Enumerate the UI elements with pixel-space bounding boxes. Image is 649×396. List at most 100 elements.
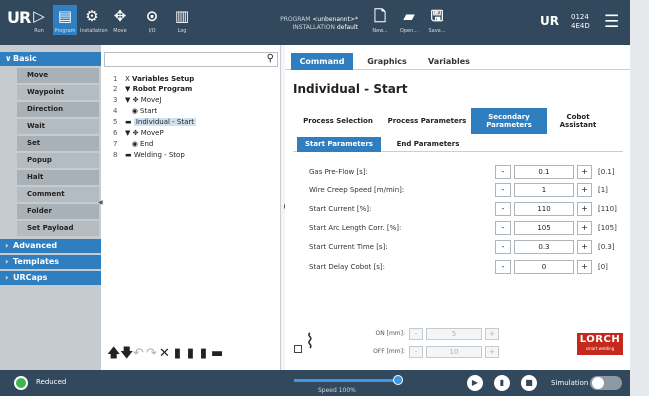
tree-search-input[interactable]: ⚲	[104, 52, 278, 67]
paste-icon[interactable]: ▮	[185, 346, 198, 361]
torch-enable-checkbox[interactable]	[294, 345, 302, 353]
move-tab[interactable]: ✥ Move	[108, 5, 132, 35]
search-icon[interactable]: ⚲	[267, 52, 274, 65]
io-icon: ⊙	[145, 7, 159, 25]
tree-row[interactable]: 2 ▼ Robot Program	[113, 84, 192, 94]
installation-tab[interactable]: ⚙ Installation	[80, 5, 108, 35]
play-icon[interactable]: ▶	[467, 375, 483, 391]
move-down-icon[interactable]: 🡇	[120, 344, 133, 366]
node-comment[interactable]: Comment	[17, 187, 99, 202]
undo-icon[interactable]: ↶	[133, 346, 146, 361]
tree-row[interactable]: 1X Variables Setup	[113, 74, 194, 84]
bottom-bar: Reduced Speed 100% ▶ ▮ ■ Simulation	[0, 370, 630, 396]
category-advanced[interactable]: › Advanced	[0, 239, 101, 253]
node-set-payload[interactable]: Set Payload	[17, 221, 99, 236]
param-value-field[interactable]: 0.3	[514, 240, 574, 254]
node-title: Individual - Start	[293, 82, 408, 96]
decrease-button[interactable]: -	[409, 328, 423, 340]
run-icon: ▷	[33, 7, 45, 25]
decrease-button[interactable]: -	[495, 221, 511, 235]
tree-row[interactable]: 8 ▬ Welding - Stop	[113, 150, 185, 160]
open-button[interactable]: ▰ Open...	[397, 5, 421, 35]
redo-icon[interactable]: ↷	[146, 346, 159, 361]
decrease-button[interactable]: -	[495, 202, 511, 216]
program-tree-panel: ⚲ 1X Variables Setup 2 ▼ Robot Program 3 ▼…	[98, 45, 289, 370]
tree-row[interactable]: 7 ◉ End	[113, 139, 153, 149]
suppress-icon[interactable]: ▬	[211, 346, 224, 361]
category-basic[interactable]: ∨ Basic	[0, 52, 101, 66]
param-value-field[interactable]: 110	[514, 202, 574, 216]
param-value-field[interactable]: 105	[514, 221, 574, 235]
tree-row-selected[interactable]: 5 ▬ Individual - Start	[113, 117, 197, 127]
increase-button[interactable]: +	[577, 165, 592, 179]
increase-button[interactable]: +	[577, 260, 592, 274]
tab-process-selection[interactable]: Process Selection	[293, 108, 383, 134]
tab-end-parameters[interactable]: End Parameters	[387, 137, 469, 152]
speed-slider-handle[interactable]	[393, 375, 403, 385]
save-button[interactable]: 🖫 Save...	[425, 5, 449, 35]
node-waypoint[interactable]: Waypoint	[17, 85, 99, 100]
collapse-sidebar-handle[interactable]: ◀	[98, 199, 103, 206]
decrease-button[interactable]: -	[495, 183, 511, 197]
tab-variables[interactable]: Variables	[419, 53, 479, 70]
new-button[interactable]: 🗋 New...	[368, 5, 392, 35]
param-row: Start Current [%]: - 110 + [110]	[309, 202, 629, 216]
node-popup[interactable]: Popup	[17, 153, 99, 168]
log-tab[interactable]: ▥ Log	[170, 5, 194, 35]
increase-button[interactable]: +	[485, 346, 499, 358]
param-value-field[interactable]: 0.1	[514, 165, 574, 179]
decrease-button[interactable]: -	[409, 346, 423, 358]
increase-button[interactable]: +	[577, 202, 592, 216]
param-value-field[interactable]: 1	[514, 183, 574, 197]
category-urcaps[interactable]: › URCaps	[0, 271, 101, 285]
node-set[interactable]: Set	[17, 136, 99, 151]
param-value-field[interactable]: 0	[514, 260, 574, 274]
tree-row[interactable]: 3 ▼ ✥ MoveJ	[113, 95, 162, 105]
tab-process-parameters[interactable]: Process Parameters	[385, 108, 469, 134]
node-folder[interactable]: Folder	[17, 204, 99, 219]
node-move[interactable]: Move	[17, 68, 99, 83]
node-wait[interactable]: Wait	[17, 119, 99, 134]
robot-status-icon[interactable]: UR	[540, 14, 559, 28]
robot-status-label: Reduced	[36, 378, 67, 386]
tab-cobot-assistant[interactable]: Cobot Assistant	[549, 108, 607, 134]
delete-icon[interactable]: ▮	[198, 346, 211, 361]
cut-icon[interactable]: ✕	[159, 346, 172, 361]
torch-off-field[interactable]: 10	[426, 346, 482, 358]
tab-secondary-parameters[interactable]: Secondary Parameters	[471, 108, 547, 134]
tree-row[interactable]: 4 ◉ Start	[113, 106, 157, 116]
stop-icon[interactable]: ■	[521, 375, 537, 391]
decrease-button[interactable]: -	[495, 240, 511, 254]
tab-start-parameters[interactable]: Start Parameters	[297, 137, 381, 152]
top-bar: UR ▷ Run ▤ Program ⚙ Installation ✥ Move…	[0, 0, 630, 45]
run-tab[interactable]: ▷ Run	[27, 5, 51, 35]
log-icon: ▥	[174, 7, 190, 25]
tab-command[interactable]: Command	[291, 53, 353, 70]
tree-toolbar: 🡅🡇↶↷✕ ▮ ▮ ▮ ▬	[107, 344, 224, 366]
speed-label: Speed 100%	[318, 387, 356, 394]
robot-status-icon[interactable]	[14, 376, 28, 390]
folder-icon: ▰	[403, 7, 415, 25]
param-row: Wire Creep Speed [m/min]: - 1 + [1]	[309, 183, 629, 197]
move-up-icon[interactable]: 🡅	[107, 344, 120, 366]
program-tab[interactable]: ▤ Program	[53, 5, 77, 35]
category-templates[interactable]: › Templates	[0, 255, 101, 269]
hamburger-menu-icon[interactable]: ☰	[604, 12, 619, 32]
tree-row[interactable]: 6 ▼ ✥ MoveP	[113, 128, 164, 138]
decrease-button[interactable]: -	[495, 165, 511, 179]
decrease-button[interactable]: -	[495, 260, 511, 274]
node-halt[interactable]: Halt	[17, 170, 99, 185]
step-icon[interactable]: ▮	[494, 375, 510, 391]
speed-slider[interactable]	[294, 375, 403, 385]
increase-button[interactable]: +	[577, 240, 592, 254]
copy-icon[interactable]: ▮	[172, 346, 185, 361]
increase-button[interactable]: +	[577, 183, 592, 197]
simulation-toggle[interactable]	[590, 376, 622, 390]
torch-on-field[interactable]: 5	[426, 328, 482, 340]
increase-button[interactable]: +	[485, 328, 499, 340]
tab-graphics[interactable]: Graphics	[359, 53, 415, 70]
increase-button[interactable]: +	[577, 221, 592, 235]
app-window: UR ▷ Run ▤ Program ⚙ Installation ✥ Move…	[0, 0, 630, 396]
io-tab[interactable]: ⊙ I/O	[140, 5, 164, 35]
node-direction[interactable]: Direction	[17, 102, 99, 117]
